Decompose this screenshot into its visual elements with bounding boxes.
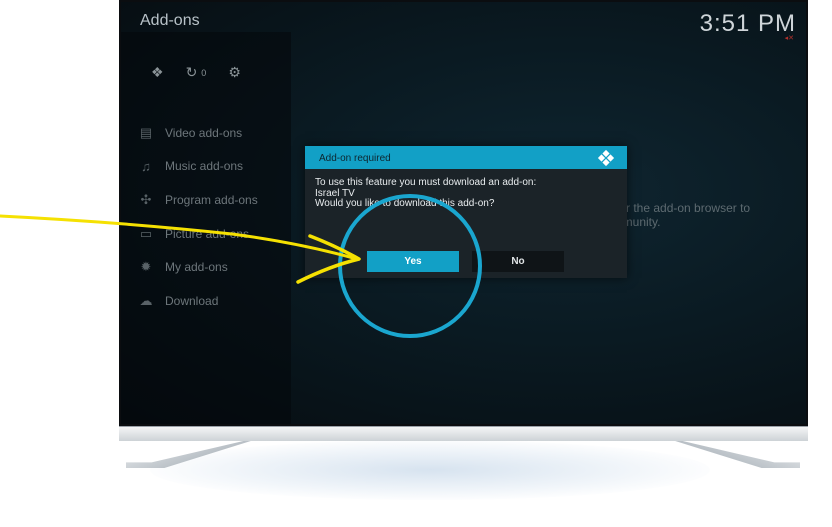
dialog-title: Add-on required [319, 153, 391, 164]
hint-line: ter the add-on browser to [616, 201, 751, 215]
dialog-header: Add-on required [305, 146, 627, 169]
window-title: Add-ons [140, 12, 200, 29]
dialog-message-line: To use this feature you must download an… [315, 177, 537, 188]
cloud-download-icon: ☁ [139, 292, 153, 308]
film-icon: ▤ [139, 124, 153, 140]
sidebar-item-label: Video add-ons [165, 125, 243, 140]
dropbox-icon[interactable]: ❖ [151, 64, 164, 81]
sidebar-menu: ▤ Video add-ons ♫ Music add-ons ✣ Progra… [135, 116, 258, 318]
headphones-icon: ♫ [141, 158, 151, 174]
sidebar-item-picture-addons[interactable]: ▭ Picture add-ons [135, 217, 258, 251]
sidebar-item-download[interactable]: ☁ Download [135, 284, 258, 318]
sidebar-item-program-addons[interactable]: ✣ Program add-ons [135, 183, 258, 217]
sidebar-item-label: Picture add-ons [165, 226, 250, 241]
sidebar-item-label: Music add-ons [165, 159, 244, 174]
sidebar-item-my-addons[interactable]: ✹ My add-ons [135, 250, 258, 284]
background-hint-text: ter the add-on browser to nmunity. [616, 201, 806, 229]
sidebar-item-label: Download [165, 293, 219, 308]
dialog-message: To use this feature you must download an… [315, 177, 537, 210]
no-button[interactable]: No [472, 251, 564, 272]
gear-icon[interactable]: ⚙ [228, 64, 241, 81]
addon-required-dialog: Add-on required To use this feature you … [305, 146, 627, 278]
picture-icon: ▭ [139, 225, 153, 241]
sidebar-item-music-addons[interactable]: ♫ Music add-ons [135, 150, 258, 184]
puzzle-icon: ✣ [140, 191, 152, 207]
yes-button[interactable]: Yes [367, 251, 459, 272]
toolbar: ❖ ↻ 0 ⚙ [151, 64, 241, 81]
sidebar-item-label: Program add-ons [165, 192, 258, 207]
tv-glow [150, 440, 710, 500]
kodi-logo-icon [597, 149, 615, 167]
hint-line: nmunity. [616, 215, 661, 229]
clock: 3:51 PM [699, 10, 796, 37]
gear-icon: ✹ [140, 259, 152, 275]
tv-chin [119, 426, 808, 441]
sidebar-item-label: My add-ons [165, 260, 228, 275]
sidebar-item-video-addons[interactable]: ▤ Video add-ons [135, 116, 258, 150]
tv-screen: Add-ons 3:51 PM ◂✕ ❖ ↻ 0 ⚙ ▤ Video add-o… [121, 2, 806, 424]
dialog-message-line: Would you like to download this add-on? [315, 198, 495, 209]
refresh-icon[interactable]: ↻ [186, 64, 198, 81]
refresh-count: 0 [201, 67, 207, 78]
mute-indicator-icon: ◂✕ [784, 35, 794, 42]
